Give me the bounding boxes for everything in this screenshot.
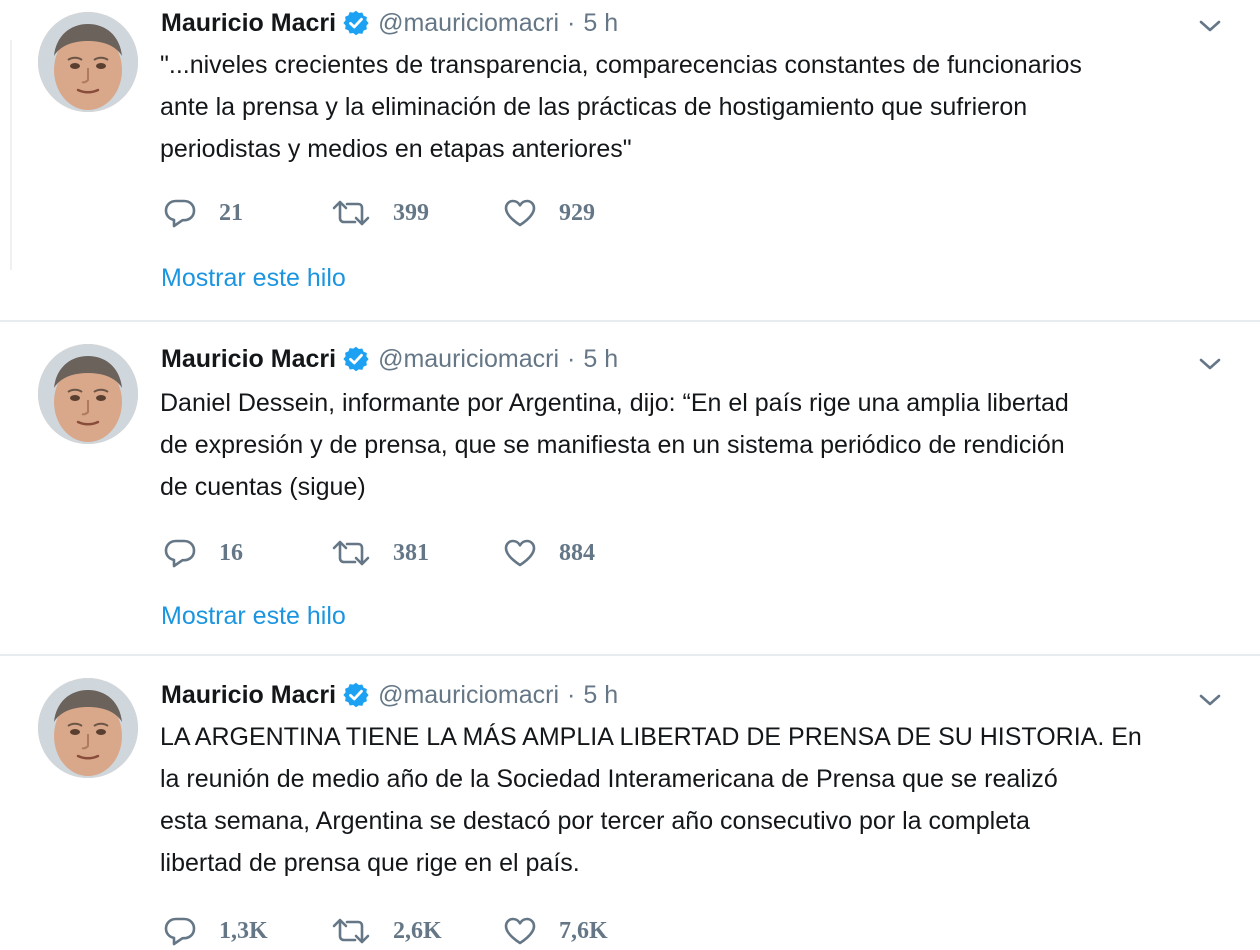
tweet-header: Mauricio Macri @mauriciomacri · 5 h (161, 678, 618, 712)
avatar[interactable] (38, 678, 138, 778)
verified-badge-icon (342, 9, 370, 37)
tweet-text-line: ante la prensa y la eliminación de las p… (160, 93, 1028, 121)
tweet[interactable]: Mauricio Macri @mauriciomacri · 5 h LA A… (0, 656, 1260, 950)
tweet-text-line: libertad de prensa que rige en el país. (160, 849, 580, 877)
verified-badge-icon (342, 681, 370, 709)
like-button[interactable]: 884 (503, 538, 671, 568)
author-name[interactable]: Mauricio Macri (161, 345, 336, 374)
chevron-down-icon[interactable] (1198, 18, 1222, 34)
separator: · (567, 344, 576, 373)
like-count: 929 (559, 199, 595, 226)
tweet-actions: 1,3K 2,6K 7,6K (163, 916, 671, 946)
reply-count: 16 (219, 539, 243, 566)
tweet-text: LA ARGENTINA TIENE LA MÁS AMPLIA LIBERTA… (160, 716, 1230, 884)
heart-icon (503, 538, 537, 568)
tweet[interactable]: Mauricio Macri @mauriciomacri · 5 h "...… (0, 0, 1260, 322)
retweet-button[interactable]: 381 (331, 538, 503, 568)
thread-line (10, 40, 12, 270)
avatar[interactable] (38, 344, 138, 444)
retweet-count: 399 (393, 199, 429, 226)
timeline: Mauricio Macri @mauriciomacri · 5 h "...… (0, 0, 1260, 950)
tweet[interactable]: Mauricio Macri @mauriciomacri · 5 h Dani… (0, 322, 1260, 656)
reply-icon (163, 916, 197, 946)
retweet-button[interactable]: 399 (331, 198, 503, 228)
tweet-text-line: LA ARGENTINA TIENE LA MÁS AMPLIA LIBERTA… (160, 723, 1142, 751)
retweet-icon (331, 198, 371, 228)
chevron-down-icon[interactable] (1198, 692, 1222, 708)
reply-count: 1,3K (219, 917, 268, 944)
tweet-text-line: esta semana, Argentina se destacó por te… (160, 807, 1030, 835)
like-count: 884 (559, 539, 595, 566)
show-thread-link[interactable]: Mostrar este hilo (161, 264, 346, 293)
chevron-down-icon[interactable] (1198, 356, 1222, 372)
tweet-text-line: "...niveles crecientes de transparencia,… (160, 51, 1082, 79)
author-handle[interactable]: @mauriciomacri (378, 9, 559, 38)
author-name[interactable]: Mauricio Macri (161, 9, 336, 38)
author-handle[interactable]: @mauriciomacri (378, 345, 559, 374)
tweet-text-line: Daniel Dessein, informante por Argentina… (160, 389, 1069, 417)
like-button[interactable]: 929 (503, 198, 671, 228)
tweet-time[interactable]: 5 h (583, 345, 618, 374)
tweet-text-line: de expresión y de prensa, que se manifie… (160, 431, 1065, 459)
author-name[interactable]: Mauricio Macri (161, 681, 336, 710)
tweet-actions: 21 399 929 (163, 198, 671, 228)
reply-button[interactable]: 1,3K (163, 916, 331, 946)
reply-count: 21 (219, 199, 243, 226)
tweet-text-line: la reunión de medio año de la Sociedad I… (160, 765, 1058, 793)
reply-button[interactable]: 21 (163, 198, 331, 228)
verified-badge-icon (342, 345, 370, 373)
tweet-text-line: de cuentas (sigue) (160, 473, 366, 501)
avatar-image (38, 344, 138, 444)
retweet-count: 2,6K (393, 917, 442, 944)
tweet-time[interactable]: 5 h (583, 681, 618, 710)
heart-icon (503, 916, 537, 946)
tweet-text-line: periodistas y medios en etapas anteriore… (160, 135, 632, 163)
tweet-time[interactable]: 5 h (583, 9, 618, 38)
tweet-text: Daniel Dessein, informante por Argentina… (160, 382, 1230, 508)
retweet-count: 381 (393, 539, 429, 566)
retweet-icon (331, 538, 371, 568)
tweet-header: Mauricio Macri @mauriciomacri · 5 h (161, 342, 618, 376)
like-count: 7,6K (559, 917, 608, 944)
retweet-icon (331, 916, 371, 946)
like-button[interactable]: 7,6K (503, 916, 671, 946)
avatar-image (38, 12, 138, 112)
author-handle[interactable]: @mauriciomacri (378, 681, 559, 710)
tweet-header: Mauricio Macri @mauriciomacri · 5 h (161, 6, 618, 40)
tweet-text: "...niveles crecientes de transparencia,… (160, 44, 1230, 170)
separator: · (567, 8, 576, 37)
retweet-button[interactable]: 2,6K (331, 916, 503, 946)
separator: · (567, 680, 576, 709)
reply-icon (163, 198, 197, 228)
show-thread-link[interactable]: Mostrar este hilo (161, 602, 346, 631)
reply-button[interactable]: 16 (163, 538, 331, 568)
avatar[interactable] (38, 12, 138, 112)
tweet-actions: 16 381 884 (163, 538, 671, 568)
heart-icon (503, 198, 537, 228)
avatar-image (38, 678, 138, 778)
reply-icon (163, 538, 197, 568)
